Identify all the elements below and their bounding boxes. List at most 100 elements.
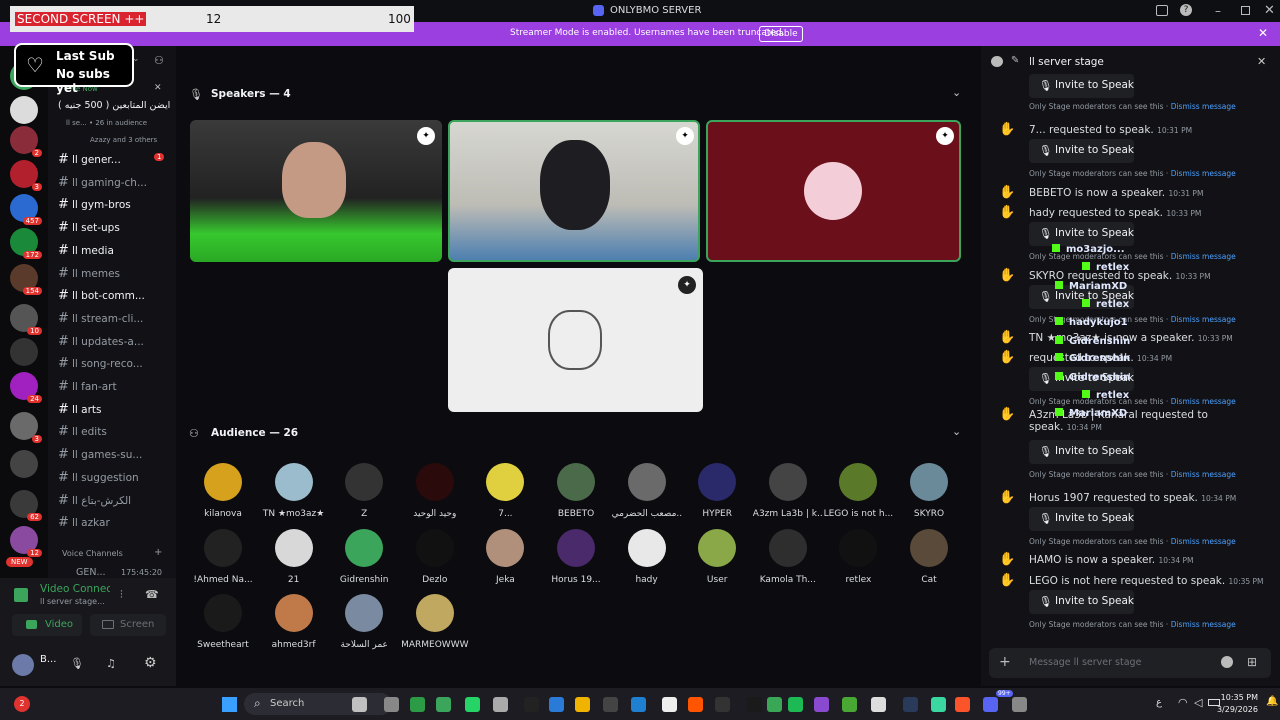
app-icon[interactable]	[523, 697, 539, 712]
app-icon[interactable]	[602, 697, 618, 712]
invite-to-speak-button[interactable]: Invite to Speak 🎙	[1029, 74, 1134, 98]
help-icon[interactable]: ?	[1180, 4, 1192, 16]
collapse-speakers-icon[interactable]: ⌄	[952, 86, 961, 99]
avatar[interactable]	[12, 654, 34, 676]
server-icon[interactable]	[10, 96, 38, 124]
maximize-icon[interactable]	[1241, 6, 1250, 15]
audience-member[interactable]: Gidrenshin	[329, 528, 399, 585]
audience-member[interactable]: 21	[259, 528, 329, 585]
file-explorer-icon[interactable]	[574, 697, 590, 712]
audience-member[interactable]: 7...	[470, 463, 540, 519]
invite-to-speak-button[interactable]: Invite to Speak 🎙	[1029, 507, 1134, 531]
inbox-icon[interactable]	[1156, 5, 1168, 16]
audience-member[interactable]: retlex	[823, 528, 893, 585]
audience-member[interactable]: SKYRO	[894, 463, 964, 519]
dismiss-link[interactable]: Dismiss message	[1171, 169, 1236, 178]
audience-member[interactable]: User	[682, 528, 752, 585]
user-name[interactable]: B...	[40, 654, 56, 665]
sidebar-channel[interactable]: # ll azkar	[58, 515, 172, 533]
audience-member[interactable]: Horus 19...	[541, 528, 611, 585]
app-icon[interactable]	[714, 697, 730, 712]
add-channel-icon[interactable]: +	[154, 547, 162, 558]
audience-member[interactable]: hady	[612, 528, 682, 585]
task-view-icon[interactable]	[383, 697, 399, 712]
sidebar-channel[interactable]: # ll الكرش-بتاع	[58, 493, 172, 511]
voice-channel-name[interactable]: GEN...	[76, 567, 106, 578]
taskbar-search[interactable]: ⌕ Search	[244, 693, 392, 715]
audience-member[interactable]: مصعب الحضرمي...	[612, 463, 682, 519]
notifications-icon[interactable]: 🔔	[1266, 696, 1278, 707]
windows-start-icon[interactable]	[222, 697, 237, 712]
audience-member[interactable]: Sweetheart	[188, 594, 258, 650]
collapse-audience-icon[interactable]: ⌄	[952, 425, 961, 438]
audience-member[interactable]: A3zm La3b | k...	[753, 463, 823, 519]
disconnect-icon[interactable]: ☎	[145, 588, 159, 601]
close-banner-icon[interactable]: ✕	[1258, 26, 1268, 40]
chat-input[interactable]: + Message ll server stage ⊞	[989, 648, 1271, 678]
sidebar-channel[interactable]: # ll song-reco...	[58, 356, 172, 374]
server-icon[interactable]: 3	[10, 160, 42, 191]
audience-member[interactable]: Cat	[894, 528, 964, 585]
speaker-tile[interactable]: ✦	[448, 120, 700, 262]
sidebar-channel[interactable]: # ll arts	[58, 402, 172, 420]
audience-member[interactable]: Jeka	[470, 528, 540, 585]
dismiss-link[interactable]: Dismiss message	[1171, 470, 1236, 479]
event-title[interactable]: ايضن المتابعين ( 500 جنيه )	[58, 100, 170, 111]
app-icon[interactable]	[814, 697, 830, 712]
mic-icon[interactable]: 🎙	[70, 657, 84, 670]
server-icon[interactable]: 3	[10, 412, 42, 443]
brave-icon[interactable]	[955, 697, 971, 712]
close-event-icon[interactable]: ✕	[154, 83, 162, 93]
voice-channel-label[interactable]: ll server stage...	[40, 597, 112, 606]
chrome-icon[interactable]	[767, 697, 783, 712]
screen-button[interactable]: Screen	[90, 614, 166, 636]
illustrator-icon[interactable]	[688, 697, 704, 712]
sidebar-channel[interactable]: # ll edits	[58, 424, 172, 442]
wifi-icon[interactable]: ◠	[1178, 696, 1188, 709]
speaker-tile[interactable]: ✦	[706, 120, 961, 262]
sidebar-channel[interactable]: # ll suggestion	[58, 470, 172, 488]
emoji-icon[interactable]	[1221, 656, 1233, 668]
add-member-icon[interactable]: ⚇	[154, 54, 164, 67]
sidebar-channel[interactable]: # ll fan-art	[58, 379, 172, 397]
server-icon[interactable]: 10	[10, 304, 42, 335]
audience-member[interactable]: Dezlo	[400, 528, 470, 585]
minimize-icon[interactable]: –	[1215, 4, 1221, 18]
dismiss-link[interactable]: Dismiss message	[1171, 102, 1236, 111]
edge-icon[interactable]	[351, 697, 367, 712]
speaker-tile[interactable]: ✦	[190, 120, 442, 262]
sidebar-channel[interactable]: # ll gym-bros	[58, 197, 172, 215]
add-attachment-icon[interactable]: +	[999, 654, 1011, 670]
camera-icon[interactable]	[492, 697, 508, 712]
notepad-icon[interactable]	[662, 697, 677, 712]
voice-channels-header[interactable]: Voice Channels	[62, 549, 123, 558]
server-icon[interactable]	[10, 338, 38, 366]
server-icon[interactable]: 154	[10, 264, 42, 295]
language-indicator[interactable]: ع	[1156, 697, 1162, 708]
audience-member[interactable]: BEBETO	[541, 463, 611, 519]
audience-member[interactable]: ahmed3rf	[259, 594, 329, 650]
dismiss-link[interactable]: Dismiss message	[1171, 252, 1236, 261]
sidebar-channel[interactable]: # ll gaming-ch...	[58, 175, 172, 193]
server-icon[interactable]: 24	[10, 372, 42, 403]
invite-to-speak-button[interactable]: Invite to Speak 🎙	[1029, 590, 1134, 614]
invite-to-speak-button[interactable]: Invite to Speak 🎙	[1029, 440, 1134, 464]
app-icon[interactable]	[410, 697, 426, 712]
clock-date[interactable]: 3/29/2026	[1214, 705, 1258, 714]
video-button[interactable]: Video	[12, 614, 82, 636]
volume-icon[interactable]: ◁	[1194, 696, 1202, 709]
audience-member[interactable]: MARMEOWWW	[400, 594, 470, 650]
dismiss-link[interactable]: Dismiss message	[1171, 620, 1236, 629]
app-icon[interactable]	[930, 697, 946, 712]
sidebar-channel[interactable]: # ll games-su...	[58, 447, 172, 465]
headset-icon[interactable]: ♫	[106, 657, 116, 670]
sidebar-channel[interactable]: # ll updates-a...	[58, 334, 172, 352]
spotify-icon[interactable]	[787, 697, 803, 712]
epic-games-icon[interactable]	[746, 697, 762, 712]
steam-icon[interactable]	[902, 697, 918, 712]
sidebar-channel[interactable]: # ll stream-cli...	[58, 311, 172, 329]
sidebar-channel[interactable]: # ll media	[58, 243, 172, 261]
audience-member[interactable]: Z	[329, 463, 399, 519]
dismiss-link[interactable]: Dismiss message	[1171, 397, 1236, 406]
dismiss-link[interactable]: Dismiss message	[1171, 315, 1236, 324]
